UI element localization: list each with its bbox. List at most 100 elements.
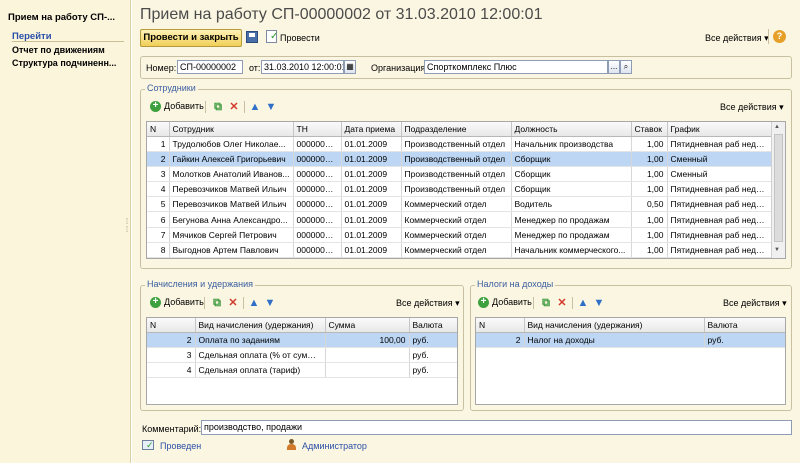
employee-row-cell-name[interactable]: Бегунова Анна Александро... — [169, 211, 294, 228]
column-header[interactable]: Подразделение — [401, 122, 512, 137]
employees-scrollbar[interactable]: ▲ ▼ — [771, 122, 785, 258]
column-header[interactable]: Сумма — [325, 318, 410, 333]
help-icon[interactable]: ? — [773, 30, 786, 43]
employee-row-cell-schedule[interactable]: Сменный — [667, 151, 772, 167]
post-button[interactable]: Провести — [280, 33, 320, 43]
accrual-row-cell-kind[interactable]: Сдельная оплата (тариф) — [195, 362, 326, 379]
employee-row-cell-schedule[interactable]: Пятидневная раб неделя — [667, 227, 772, 243]
accruals-add-button[interactable]: + Добавить — [150, 297, 204, 309]
calendar-icon[interactable]: ▦ — [344, 60, 356, 74]
accrual-row[interactable]: 2 Оплата по заданиям 100,00 руб. — [147, 332, 457, 348]
tax-row-cell-kind[interactable]: Налог на доходы — [524, 332, 705, 348]
comment-field[interactable]: производство, продажи — [201, 420, 792, 435]
delete-row-icon[interactable]: ✕ — [228, 101, 240, 113]
employee-row-cell-dept[interactable]: Производственный отдел — [401, 151, 512, 167]
employee-row-cell-tn[interactable]: 000000007 — [293, 227, 342, 243]
employee-row[interactable]: 6 Бегунова Анна Александро... 000000008 01.… — [147, 211, 772, 228]
date-field[interactable]: 31.03.2010 12:00:01 — [261, 60, 344, 74]
employee-row-cell-n[interactable]: 4 — [147, 181, 170, 198]
save-icon[interactable] — [246, 31, 258, 43]
employee-row-cell-position[interactable]: Начальник коммерческого... — [511, 242, 632, 258]
employee-row-cell-schedule[interactable]: Пятидневная раб неделя — [667, 196, 772, 213]
scroll-down-icon[interactable]: ▼ — [773, 247, 781, 253]
panel-splitter-handle[interactable]: ⁞ ⁞ — [124, 218, 130, 242]
column-header[interactable]: Ставок — [631, 122, 668, 137]
employee-row-cell-schedule[interactable]: Пятидневная раб неделя — [667, 242, 772, 258]
accrual-row-cell-n[interactable]: 4 — [147, 362, 196, 379]
organization-field[interactable]: Спорткомплекс Плюс — [424, 60, 608, 74]
employee-row-cell-schedule[interactable]: Пятидневная раб неделя — [667, 136, 772, 152]
column-header[interactable]: Должность — [511, 122, 632, 137]
employee-row-cell-n[interactable]: 3 — [147, 166, 170, 183]
accrual-row-cell-sum[interactable] — [325, 362, 410, 379]
accrual-row-cell-sum[interactable]: 100,00 — [325, 332, 410, 348]
employee-row-cell-n[interactable]: 1 — [147, 136, 170, 152]
column-header[interactable]: Дата приема — [341, 122, 402, 137]
posted-status-link[interactable]: Проведен — [160, 441, 201, 451]
employee-row-cell-dept[interactable]: Коммерческий отдел — [401, 196, 512, 213]
employee-row[interactable]: 7 Мячиков Сергей Петрович 000000007 01.01.2… — [147, 227, 772, 243]
employee-row-cell-n[interactable]: 6 — [147, 211, 170, 228]
employee-row[interactable]: 5 Перевозчиков Матвей Ильич 000000014 01.01… — [147, 196, 772, 213]
employee-row-cell-date[interactable]: 01.01.2009 — [341, 166, 402, 183]
move-down-icon[interactable]: ▼ — [593, 297, 605, 309]
accrual-row-cell-currency[interactable]: руб. — [409, 347, 457, 363]
accrual-row-cell-kind[interactable]: Сдельная оплата (% от суммы) — [195, 347, 326, 363]
employee-row-cell-n[interactable]: 8 — [147, 242, 170, 258]
all-actions-menu[interactable]: Все действия ▾ — [705, 33, 769, 44]
employee-row-cell-rate[interactable]: 0,50 — [631, 196, 668, 213]
employee-row-cell-date[interactable]: 01.01.2009 — [341, 136, 402, 152]
employee-row-cell-tn[interactable]: 000000008 — [293, 211, 342, 228]
tax-row-cell-n[interactable]: 2 — [476, 332, 525, 348]
employee-row-cell-date[interactable]: 01.01.2009 — [341, 181, 402, 198]
employee-row-cell-rate[interactable]: 1,00 — [631, 151, 668, 167]
employee-row-cell-dept[interactable]: Производственный отдел — [401, 166, 512, 183]
move-down-icon[interactable]: ▼ — [264, 297, 276, 309]
employee-row-cell-rate[interactable]: 1,00 — [631, 227, 668, 243]
employee-row-cell-name[interactable]: Гайкин Алексей Григорьевич — [169, 151, 294, 167]
column-header[interactable]: N — [147, 122, 170, 137]
employee-row-cell-n[interactable]: 2 — [147, 151, 170, 167]
copy-row-icon[interactable]: ⧉ — [211, 297, 223, 309]
post-document-icon[interactable] — [266, 30, 278, 43]
employee-row-cell-tn[interactable]: 000000014 — [293, 196, 342, 213]
employees-all-actions-menu[interactable]: Все действия ▾ — [720, 102, 784, 113]
employee-row[interactable]: 3 Молотков Анатолий Иванов... 000000012 01.… — [147, 166, 772, 183]
tax-row[interactable]: 2 Налог на доходы руб. — [476, 332, 785, 348]
accrual-row[interactable]: 4 Сдельная оплата (тариф) руб. — [147, 362, 457, 379]
scroll-up-icon[interactable]: ▲ — [773, 124, 781, 130]
accruals-all-actions-menu[interactable]: Все действия ▾ — [396, 298, 460, 309]
employee-row-cell-name[interactable]: Молотков Анатолий Иванов... — [169, 166, 294, 183]
employee-row[interactable]: 1 Трудолюбов Олег Николае... 000000009 01.0… — [147, 136, 772, 152]
column-header[interactable]: Вид начисления (удержания) — [524, 318, 705, 333]
employee-row-cell-name[interactable]: Трудолюбов Олег Николае... — [169, 136, 294, 152]
employee-row-cell-tn[interactable]: 000000011 — [293, 151, 342, 167]
employee-row-cell-dept[interactable]: Коммерческий отдел — [401, 242, 512, 258]
employee-row-cell-tn[interactable]: 000000009 — [293, 136, 342, 152]
employee-row-cell-dept[interactable]: Коммерческий отдел — [401, 227, 512, 243]
employee-row-cell-rate[interactable]: 1,00 — [631, 211, 668, 228]
employee-row-cell-date[interactable]: 01.01.2009 — [341, 196, 402, 213]
move-up-icon[interactable]: ▲ — [577, 297, 589, 309]
employee-row-cell-name[interactable]: Перевозчиков Матвей Ильич — [169, 196, 294, 213]
employee-row[interactable]: 4 Перевозчиков Матвей Ильич 000000013 01.01… — [147, 181, 772, 198]
employee-row-cell-date[interactable]: 01.01.2009 — [341, 211, 402, 228]
post-and-close-button[interactable]: Провести и закрыть — [140, 29, 242, 47]
author-link[interactable]: Администратор — [302, 441, 367, 451]
employee-row-cell-schedule[interactable]: Пятидневная раб неделя — [667, 181, 772, 198]
scroll-thumb[interactable] — [774, 134, 783, 242]
employee-row-cell-position[interactable]: Менеджер по продажам — [511, 227, 632, 243]
tax-row-cell-currency[interactable]: руб. — [704, 332, 785, 348]
accrual-row-cell-currency[interactable]: руб. — [409, 362, 457, 379]
number-field[interactable]: СП-00000002 — [177, 60, 243, 74]
employee-row-cell-date[interactable]: 01.01.2009 — [341, 227, 402, 243]
move-down-icon[interactable]: ▼ — [265, 101, 277, 113]
employee-row-cell-rate[interactable]: 1,00 — [631, 242, 668, 258]
move-up-icon[interactable]: ▲ — [249, 101, 261, 113]
column-header[interactable]: ТН — [293, 122, 342, 137]
move-up-icon[interactable]: ▲ — [248, 297, 260, 309]
column-header[interactable]: Вид начисления (удержания) — [195, 318, 326, 333]
employee-row-cell-schedule[interactable]: Пятидневная раб неделя — [667, 211, 772, 228]
nav-document-title[interactable]: Прием на работу СП-... — [8, 12, 126, 23]
employee-row-cell-position[interactable]: Начальник производства — [511, 136, 632, 152]
